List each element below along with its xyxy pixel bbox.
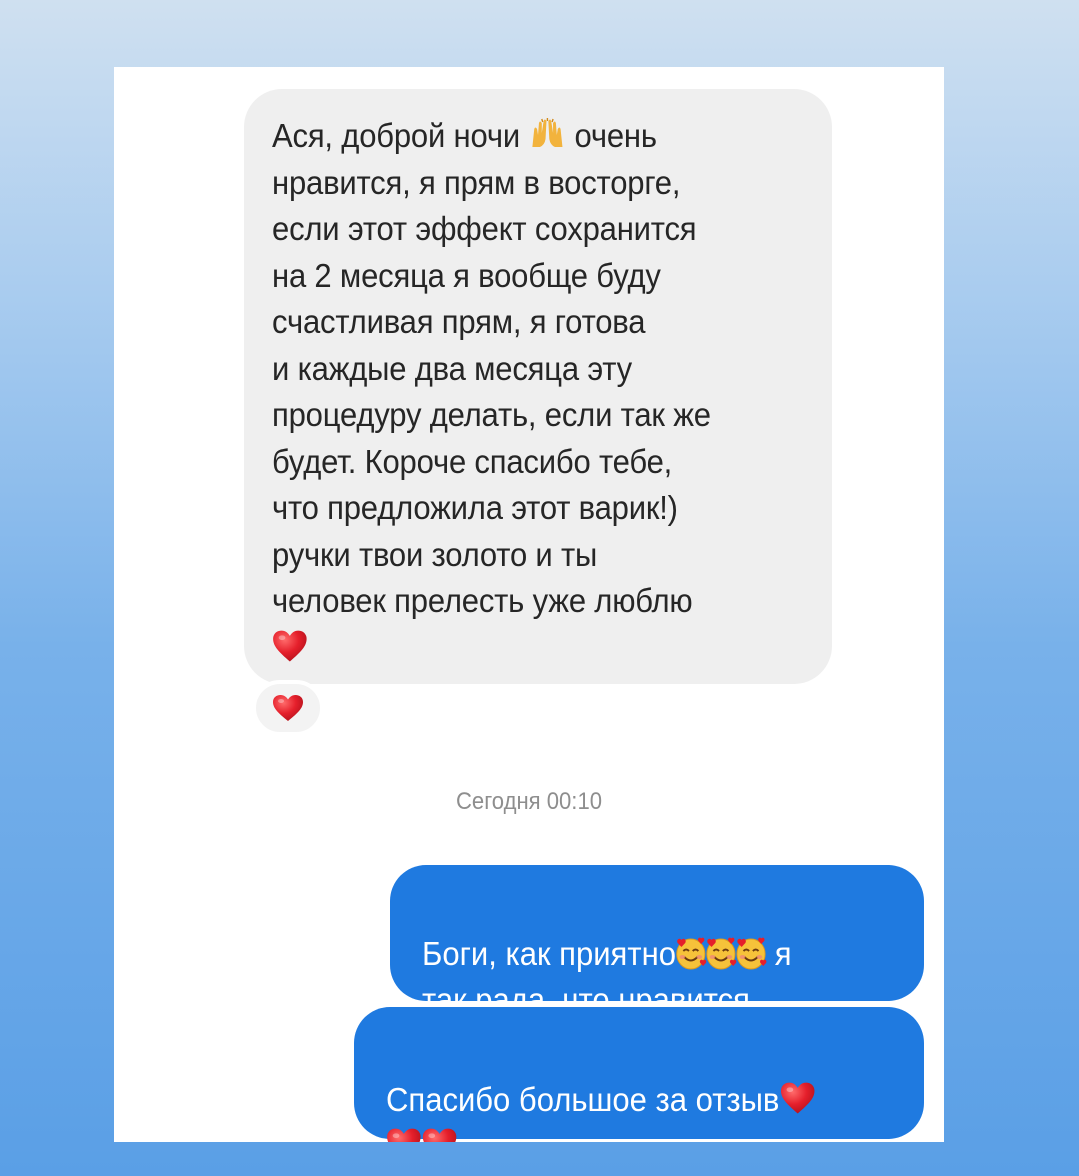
message-timestamp: Сегодня 00:10 [455, 788, 603, 815]
message-reaction[interactable] [252, 680, 324, 736]
incoming-message-text: Ася, доброй ночи очень нравится, я прям … [272, 113, 836, 671]
outgoing-text-end: я [766, 935, 792, 972]
smiling-face-with-hearts-icon [734, 935, 768, 971]
incoming-line1-start: Ася, доброй ночи [272, 117, 520, 154]
chat-screenshot-card: Ася, доброй ночи очень нравится, я прям … [114, 67, 944, 1142]
red-heart-icon [422, 1127, 458, 1142]
incoming-message-bubble[interactable]: Ася, доброй ночи очень нравится, я прям … [244, 89, 832, 684]
outgoing-message-bubble[interactable]: Спасибо большое за отзыв [354, 1007, 924, 1139]
smiling-face-with-hearts-icon [704, 935, 738, 971]
red-heart-icon [386, 1127, 422, 1142]
outgoing-text-start: Боги, как приятно [422, 935, 676, 972]
red-heart-icon [779, 1081, 815, 1115]
smiling-face-with-hearts-icon [674, 935, 708, 971]
raising-hands-icon [528, 117, 566, 151]
incoming-line1-end: очень [574, 117, 657, 154]
incoming-message-body: нравится, я прям в восторге, если этот э… [272, 163, 711, 620]
outgoing-message-text: Спасибо большое за отзыв [386, 1077, 873, 1142]
reaction-heart-icon [272, 694, 304, 722]
outgoing-message-bubble[interactable]: Боги, как приятно я так рада, что нравит… [390, 865, 924, 1018]
red-heart-icon [272, 629, 308, 663]
outgoing-thanks-text: Спасибо большое за отзыв [386, 1081, 780, 1118]
